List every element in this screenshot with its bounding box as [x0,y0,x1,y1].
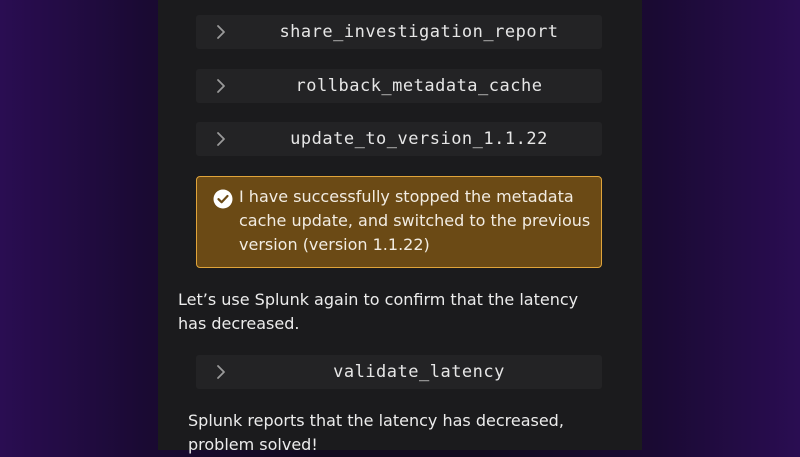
tool-call-name: rollback_metadata_cache [295,76,543,96]
chevron-right-icon[interactable] [212,23,230,41]
tool-call-name: update_to_version_1.1.22 [290,129,548,149]
tool-call-update-to-version[interactable]: update_to_version_1.1.22 [196,122,602,156]
chat-panel: share_investigation_report rollback_meta… [158,0,642,454]
assistant-message: Let’s use Splunk again to confirm that t… [178,290,579,333]
tool-call-validate-latency[interactable]: validate_latency [196,355,602,389]
chevron-right-icon[interactable] [212,363,230,381]
tool-call-name: validate_latency [333,362,505,382]
tool-call-share-investigation-report[interactable]: share_investigation_report [196,15,602,49]
success-callout: I have successfully stopped the metadata… [196,176,602,268]
success-message: I have successfully stopped the metadata… [239,187,591,254]
chevron-right-icon[interactable] [212,77,230,95]
check-circle-icon [213,189,233,209]
tool-call-rollback-metadata-cache[interactable]: rollback_metadata_cache [196,69,602,103]
chevron-right-icon[interactable] [212,130,230,148]
tool-call-name: share_investigation_report [279,22,559,42]
